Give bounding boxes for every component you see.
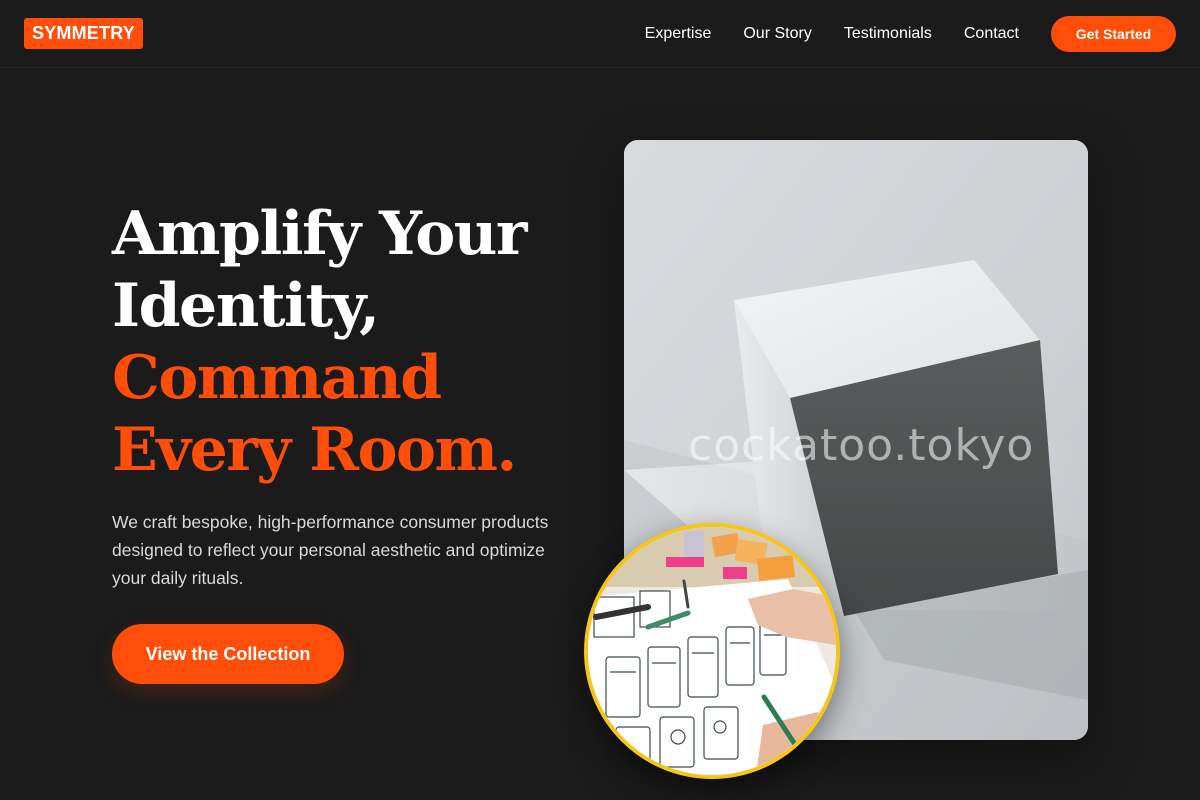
nav-link-expertise[interactable]: Expertise <box>645 25 712 43</box>
top-navbar: SYMMETRY Expertise Our Story Testimonial… <box>0 0 1200 68</box>
sketching-photo <box>584 523 840 779</box>
nav-link-our-story[interactable]: Our Story <box>743 25 811 43</box>
nav-links: Expertise Our Story Testimonials Contact <box>645 0 1019 68</box>
hero-title-accent-line: Command <box>112 343 442 413</box>
wireframe-sketch-illustration <box>588 527 836 775</box>
hero-title: Amplify Your Identity, Command Every Roo… <box>112 198 582 486</box>
hero-title-line: Identity, <box>112 271 380 341</box>
image-watermark: cockatoo.tokyo <box>688 420 1035 471</box>
hero-title-line: Amplify Your <box>112 199 528 269</box>
hero-title-accent-line: Every Room. <box>112 415 517 485</box>
brand-logo[interactable]: SYMMETRY <box>24 18 143 49</box>
view-collection-button[interactable]: View the Collection <box>112 624 344 684</box>
nav-link-testimonials[interactable]: Testimonials <box>844 25 932 43</box>
hero-subtitle: We craft bespoke, high-performance consu… <box>112 512 549 588</box>
nav-link-contact[interactable]: Contact <box>964 25 1019 43</box>
get-started-button[interactable]: Get Started <box>1051 16 1176 52</box>
